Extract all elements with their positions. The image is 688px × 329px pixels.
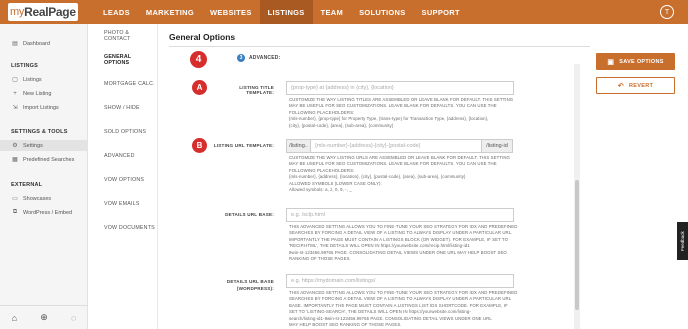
scrollbar-thumb[interactable] bbox=[575, 180, 579, 310]
help-line: RANKING OF THOSE PAGES. bbox=[289, 256, 351, 262]
label-line: DETAILS URL BASE bbox=[226, 279, 274, 284]
help-line: MAY BE USEFUL FOR SEO CUSTOMIZATIONS. LE… bbox=[289, 161, 497, 167]
save-icon: ▣ bbox=[607, 58, 615, 66]
main-content: General Options 4 3 ADVANCED: A LISTING … bbox=[160, 24, 590, 329]
title-divider bbox=[169, 46, 590, 47]
sidebar-item-label: Showcases bbox=[23, 195, 52, 202]
top-navbar: my RealPage LEADS MARKETING WEBSITES LIS… bbox=[0, 0, 688, 24]
advanced-section-label: ADVANCED: bbox=[249, 55, 281, 61]
url-suffix-addon: /listing-id bbox=[481, 139, 513, 153]
sidebar-item-showcases[interactable]: ▭ Showcases bbox=[0, 193, 88, 204]
logo-box: my RealPage bbox=[8, 3, 78, 21]
sidebar-footer: ⌂ ⊕ ◌ bbox=[0, 305, 88, 329]
import-icon: ⇲ bbox=[12, 105, 18, 111]
user-avatar[interactable]: T bbox=[660, 5, 674, 19]
tab-photo-contact[interactable]: PHOTO & CONTACT bbox=[94, 24, 157, 48]
details-url-base-input[interactable]: e.g. /sclp.html bbox=[286, 208, 514, 222]
sidebar-item-label: Import Listings bbox=[23, 104, 59, 111]
revert-button[interactable]: ↶ REVERT bbox=[596, 77, 675, 94]
help-line: {city}, {postal-code}, {area}, {sub-area… bbox=[289, 122, 394, 128]
undo-icon: ↶ bbox=[617, 82, 625, 90]
sidebar-item-label: Listings bbox=[23, 76, 42, 83]
plus-icon: + bbox=[13, 90, 17, 97]
step-number-badge: 3 bbox=[237, 54, 245, 62]
annotation-badge-a: A bbox=[192, 80, 207, 95]
details-url-base-help: THIS ADVANCED SETTING ALLOWS YOU TO FINE… bbox=[289, 224, 534, 262]
sidebar-item-label: New Listing bbox=[23, 90, 52, 97]
save-options-label: SAVE OPTIONS bbox=[619, 58, 664, 65]
tab-general-options[interactable]: GENERAL OPTIONS bbox=[94, 48, 157, 72]
gear-icon: ⚙ bbox=[12, 143, 18, 149]
sidebar: ▤ Dashboard LISTINGS ▢ Listings + New Listi… bbox=[0, 24, 88, 329]
listing-title-template-label: LISTING TITLE TEMPLATE: bbox=[239, 85, 274, 95]
details-url-base-wp-help: THIS ADVANCED SETTING ALLOWS YOU TO FINE… bbox=[289, 290, 534, 328]
nav-team[interactable]: TEAM bbox=[313, 0, 351, 24]
page-title: General Options bbox=[169, 32, 236, 42]
globe-icon[interactable]: ⊕ bbox=[40, 312, 48, 323]
tab-vow-documents[interactable]: VOW DOCUMENTS bbox=[94, 216, 157, 240]
tab-sold-options[interactable]: SOLD OPTIONS bbox=[94, 120, 157, 144]
logo-my-text: my bbox=[10, 6, 25, 18]
tab-advanced[interactable]: ADVANCED bbox=[94, 144, 157, 168]
annotation-badge-b: B bbox=[192, 138, 207, 153]
listing-url-help: CUSTOMIZE THE WAY LISTING URLS ARE ASSEM… bbox=[289, 155, 529, 193]
listing-url-template-input[interactable]: {mls-number}-{address}-{city}-{postal-co… bbox=[310, 139, 482, 153]
label-line: (WORDPRESS): bbox=[236, 286, 274, 291]
home-icon[interactable]: ⌂ bbox=[12, 313, 17, 323]
logo-brand-text: RealPage bbox=[24, 5, 76, 19]
sidebar-item-settings[interactable]: ⚙ Settings bbox=[0, 140, 88, 151]
sidebar-item-new-listing[interactable]: + New Listing bbox=[0, 88, 88, 99]
help-line: SEARCHES BY FORCING A DETAIL VIEW OF A L… bbox=[289, 230, 513, 236]
nav-support[interactable]: SUPPORT bbox=[414, 0, 468, 24]
sidebar-item-dashboard[interactable]: ▤ Dashboard bbox=[0, 38, 88, 49]
revert-label: REVERT bbox=[629, 82, 654, 89]
settings-subnav: PHOTO & CONTACT GENERAL OPTIONS MORTGAGE… bbox=[94, 24, 158, 329]
sidebar-listings-group: LISTINGS ▢ Listings + New Listing ⇲ Import … bbox=[0, 63, 88, 113]
nav-websites[interactable]: WEBSITES bbox=[202, 0, 260, 24]
embed-icon: ⧉ bbox=[12, 209, 18, 215]
showcase-icon: ▭ bbox=[12, 196, 18, 202]
sidebar-settings-group: SETTINGS & TOOLS ⚙ Settings ▦ Predefined S… bbox=[0, 129, 88, 165]
details-url-base-label: DETAILS URL BASE: bbox=[225, 212, 274, 217]
save-options-button[interactable]: ▣ SAVE OPTIONS bbox=[596, 53, 675, 70]
sidebar-item-import-listings[interactable]: ⇲ Import Listings bbox=[0, 102, 88, 113]
sidebar-item-label: Dashboard bbox=[23, 40, 50, 47]
nav-marketing[interactable]: MARKETING bbox=[138, 0, 202, 24]
sidebar-item-label: Settings bbox=[23, 142, 43, 149]
sidebar-external-group: EXTERNAL ▭ Showcases ⧉ WordPress / Embed bbox=[0, 182, 88, 218]
tab-mortgage-calc[interactable]: MORTGAGE CALC. bbox=[94, 72, 157, 96]
tab-vow-options[interactable]: VOW OPTIONS bbox=[94, 168, 157, 192]
sidebar-dashboard-group: ▤ Dashboard bbox=[0, 38, 88, 49]
help-line: MAY HELP BOOST SEO RANKING OF THOSE PAGE… bbox=[289, 322, 402, 328]
sidebar-item-label: WordPress / Embed bbox=[23, 209, 73, 216]
listing-url-template-label: LISTING URL TEMPLATE: bbox=[213, 143, 274, 148]
help-line: SEARCHES BY FORCING A DETAIL VIEW OF A L… bbox=[289, 296, 512, 302]
listings-icon: ▢ bbox=[12, 77, 18, 83]
annotation-badge-4: 4 bbox=[190, 51, 207, 68]
nav-solutions[interactable]: SOLUTIONS bbox=[351, 0, 413, 24]
url-prefix-addon: /listing.. bbox=[286, 139, 311, 153]
sidebar-item-predefined-searches[interactable]: ▦ Predefined Searches bbox=[0, 154, 88, 165]
myrealpage-logo[interactable]: my RealPage bbox=[0, 0, 95, 24]
tab-vow-emails[interactable]: VOW EMAILS bbox=[94, 192, 157, 216]
help-line: Allowed symbols: a, z, 0, 9, -, _ bbox=[289, 187, 352, 193]
nav-listings[interactable]: LISTINGS bbox=[259, 0, 313, 24]
tab-show-hide[interactable]: SHOW / HIDE bbox=[94, 96, 157, 120]
sidebar-item-wordpress[interactable]: ⧉ WordPress / Embed bbox=[0, 207, 88, 218]
dashboard-icon: ▤ bbox=[12, 41, 18, 47]
sidebar-item-listings[interactable]: ▢ Listings bbox=[0, 74, 88, 85]
details-url-base-wp-input[interactable]: e.g. https://mydomain.com/listings/ bbox=[286, 274, 514, 288]
main-nav: LEADS MARKETING WEBSITES LISTINGS TEAM S… bbox=[95, 0, 468, 24]
sidebar-item-label: Predefined Searches bbox=[23, 156, 75, 163]
chat-icon[interactable]: ◌ bbox=[71, 313, 76, 323]
details-url-base-wp-label: DETAILS URL BASE (WORDPRESS): bbox=[190, 278, 274, 292]
feedback-tab[interactable]: Feedback bbox=[677, 222, 688, 260]
listing-title-help: CUSTOMIZE THE WAY LISTING TITLES ARE ASS… bbox=[289, 97, 529, 129]
search-list-icon: ▦ bbox=[12, 157, 18, 163]
help-line: MAY BE USEFUL FOR SEO CUSTOMIZATIONS. LE… bbox=[289, 103, 497, 109]
nav-leads[interactable]: LEADS bbox=[95, 0, 138, 24]
listing-title-template-input[interactable]: {prop-type} at {address} in {city}, {loc… bbox=[286, 81, 514, 95]
